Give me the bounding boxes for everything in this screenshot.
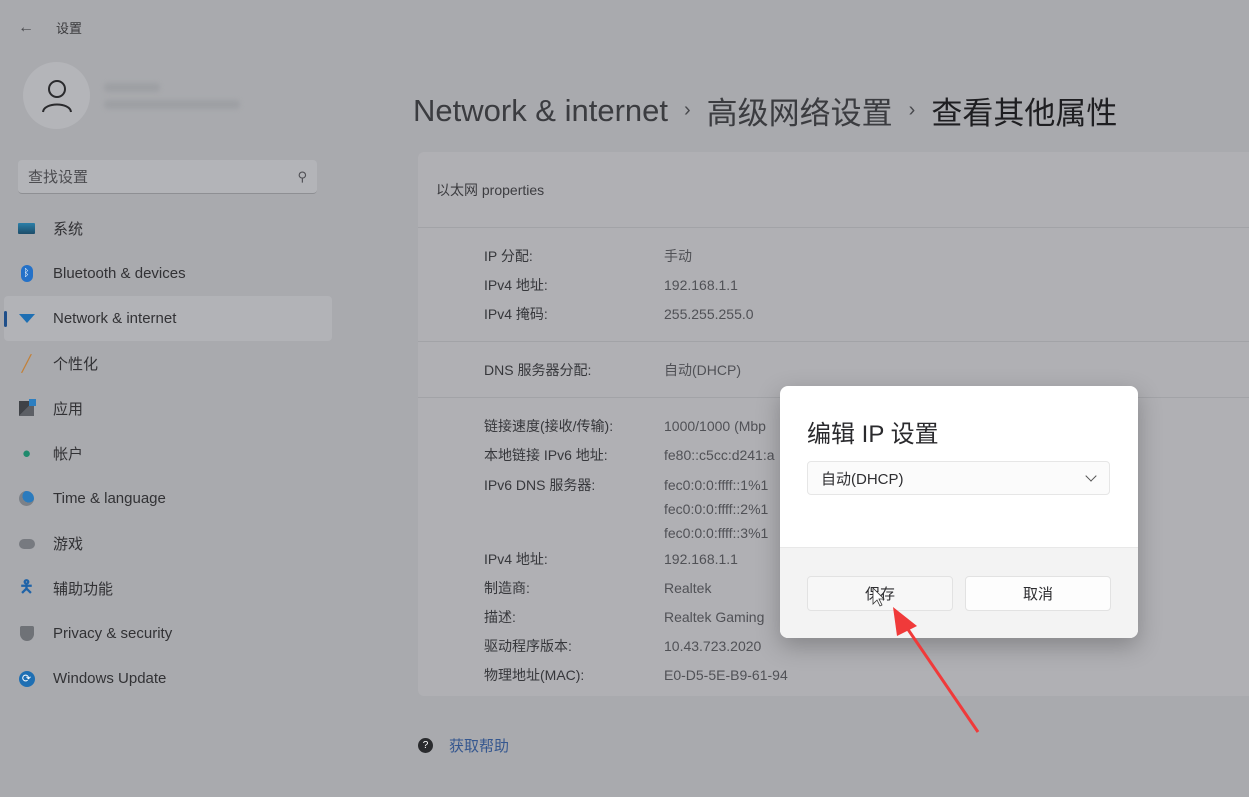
page-title: 查看其他属性 — [931, 96, 1118, 131]
brush-icon: ╱ — [21, 355, 32, 373]
property-label: IPv4 地址: — [484, 551, 548, 567]
breadcrumb-item-advanced[interactable]: 高级网络设置 — [707, 88, 893, 133]
sidebar-item-label: 个性化 — [53, 356, 99, 373]
back-arrow-icon[interactable]: ← — [18, 19, 34, 37]
get-help-link[interactable]: ? 获取帮助 — [418, 735, 509, 756]
property-row: DNS 服务器分配: 自动(DHCP) — [484, 356, 1249, 385]
bluetooth-icon: ᛒ — [18, 265, 35, 282]
breadcrumb-separator: › — [684, 99, 691, 121]
search-icon[interactable]: ⚲ — [297, 169, 307, 185]
property-label: IPv4 地址: — [484, 277, 548, 293]
gamepad-icon — [18, 535, 35, 552]
help-icon: ? — [418, 738, 433, 753]
property-value: fe80::c5cc:d241:a — [664, 447, 775, 463]
sidebar-item-windows-update[interactable]: ⟳ Windows Update — [4, 656, 332, 701]
account-icon: ● — [21, 445, 32, 462]
avatar[interactable] — [23, 62, 90, 129]
ip-section: IP 分配: 手动 IPv4 地址: 192.168.1.1 IPv4 掩码: … — [418, 228, 1249, 342]
property-value-list: fec0:0:0:ffff::1%1 fec0:0:0:ffff::2%1 fe… — [664, 473, 768, 545]
title-bar: ← 设置 — [18, 18, 82, 37]
sidebar-item-privacy[interactable]: Privacy & security — [4, 611, 332, 656]
sidebar-item-label: Privacy & security — [53, 625, 173, 642]
property-value: 192.168.1.1 — [664, 551, 738, 567]
apps-icon — [18, 399, 36, 417]
breadcrumb-item-network[interactable]: Network & internet — [413, 93, 668, 129]
sidebar-item-label: Time & language — [53, 490, 166, 507]
chevron-down-icon — [1085, 470, 1097, 482]
globe-icon — [18, 490, 35, 507]
property-value: 手动 — [664, 248, 692, 264]
ip-assignment-dropdown[interactable]: 自动(DHCP) — [807, 461, 1110, 495]
property-row: 物理地址(MAC): E0-D5-5E-B9-61-94 — [484, 661, 1249, 690]
sidebar-item-label: 辅助功能 — [53, 581, 114, 598]
property-value: 192.168.1.1 — [664, 277, 738, 293]
property-label: IP 分配: — [484, 248, 533, 264]
property-value: 10.43.723.2020 — [664, 638, 762, 654]
property-value: fec0:0:0:ffff::1%1 — [664, 477, 769, 493]
sidebar-item-accessibility[interactable]: 🯅 辅助功能 — [4, 566, 332, 611]
window-title: 设置 — [56, 21, 83, 36]
property-value: Realtek — [664, 580, 712, 596]
shield-icon — [18, 625, 35, 642]
sidebar-item-label: 应用 — [53, 401, 84, 418]
get-help-label: 获取帮助 — [449, 738, 510, 755]
accessibility-icon: 🯅 — [19, 577, 34, 596]
profile-name-blurred — [104, 82, 160, 92]
property-label: 物理地址(MAC): — [484, 667, 585, 683]
sidebar-item-label: 系统 — [53, 221, 84, 238]
property-label: 本地链接 IPv6 地址: — [484, 447, 608, 463]
property-label: 制造商: — [484, 580, 530, 596]
sidebar-item-accounts[interactable]: ● 帐户 — [4, 431, 332, 476]
sidebar-item-system[interactable]: 系统 — [4, 206, 332, 251]
sidebar-item-gaming[interactable]: 游戏 — [4, 521, 332, 566]
property-value: E0-D5-5E-B9-61-94 — [664, 667, 788, 683]
property-value: Realtek Gaming — [664, 609, 765, 625]
search-placeholder: 查找设置 — [28, 169, 89, 186]
property-label: 驱动程序版本: — [484, 638, 572, 654]
property-label: 链接速度(接收/传输): — [484, 418, 614, 434]
settings-search-input[interactable]: 查找设置 ⚲ — [18, 160, 317, 194]
sidebar-item-apps[interactable]: 应用 — [4, 386, 332, 431]
property-row: IPv4 地址: 192.168.1.1 — [484, 271, 1249, 300]
profile-text-blurred — [104, 82, 240, 109]
panel-header: 以太网 properties — [418, 152, 1249, 228]
sidebar-item-label: 帐户 — [53, 446, 84, 463]
property-row: IPv4 掩码: 255.255.255.0 — [484, 300, 1249, 329]
user-icon — [41, 79, 72, 112]
property-label: IPv6 DNS 服务器: — [484, 477, 596, 493]
dialog-title: 编辑 IP 设置 — [807, 421, 939, 448]
save-button[interactable]: 保存 — [807, 575, 953, 611]
system-icon — [18, 220, 35, 237]
cancel-button[interactable]: 取消 — [965, 575, 1111, 611]
property-label: 描述: — [484, 609, 516, 625]
property-value: fec0:0:0:ffff::2%1 — [664, 501, 769, 517]
sidebar-nav: 系统 ᛒ Bluetooth & devices Network & inter… — [4, 206, 332, 701]
dialog-body: 编辑 IP 设置 自动(DHCP) — [780, 386, 1138, 547]
sidebar-item-personalization[interactable]: ╱ 个性化 — [4, 341, 332, 386]
user-profile[interactable] — [23, 62, 240, 129]
profile-email-blurred — [104, 99, 240, 109]
breadcrumb: Network & internet › 高级网络设置 › 查看其他属性 — [413, 88, 1117, 133]
property-label: IPv4 掩码: — [484, 306, 548, 322]
property-row: IP 分配: 手动 — [484, 242, 1249, 271]
breadcrumb-separator: › — [908, 99, 916, 121]
sidebar-item-label: Bluetooth & devices — [53, 265, 186, 282]
sidebar-item-time-language[interactable]: Time & language — [4, 476, 332, 521]
update-icon: ⟳ — [18, 670, 35, 687]
property-value: fec0:0:0:ffff::3%1 — [664, 525, 769, 541]
dialog-footer: 保存 取消 — [780, 547, 1138, 638]
dropdown-selected-value: 自动(DHCP) — [821, 470, 904, 488]
property-value: 255.255.255.0 — [664, 306, 754, 322]
edit-ip-dialog: 编辑 IP 设置 自动(DHCP) 保存 取消 — [780, 386, 1138, 638]
property-label: DNS 服务器分配: — [484, 362, 592, 378]
sidebar-item-network[interactable]: Network & internet — [4, 296, 332, 341]
property-value: 自动(DHCP) — [664, 362, 741, 378]
sidebar-item-label: Windows Update — [53, 670, 167, 687]
sidebar-item-label: 游戏 — [53, 536, 84, 553]
sidebar-item-bluetooth[interactable]: ᛒ Bluetooth & devices — [4, 251, 332, 296]
property-value: 1000/1000 (Mbp — [664, 418, 766, 434]
wifi-icon — [18, 310, 35, 327]
sidebar-item-label: Network & internet — [53, 310, 177, 327]
